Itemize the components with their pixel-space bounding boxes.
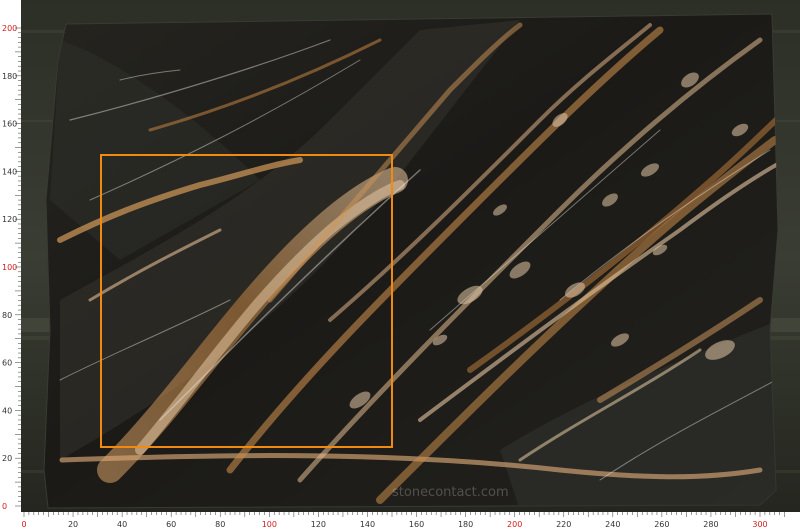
ruler-bottom-label: 60	[166, 520, 176, 529]
ruler-bottom-label: 20	[68, 520, 78, 529]
ruler-bottom: 0 20 40 60 80 100 120 140 160 180 200 220 240 260 280 3…	[0, 512, 800, 529]
ruler-bottom-label: 140	[360, 520, 375, 529]
ruler-left-label: 80	[2, 311, 12, 320]
ruler-bottom-label: 280	[703, 520, 718, 529]
slab-photo: stonecontact.com 0 20 40 60 80 100 120 140 160 18…	[0, 0, 800, 529]
ruler-bottom-label: 160	[409, 520, 424, 529]
ruler-left-label: 20	[2, 454, 12, 463]
ruler-bottom-label: 220	[556, 520, 571, 529]
ruler-left-label: 160	[2, 120, 17, 129]
watermark-text: stonecontact.com	[392, 485, 509, 500]
marble-slab	[43, 13, 779, 509]
ruler-bottom-label: 80	[215, 520, 225, 529]
ruler-left-label: 180	[2, 72, 17, 81]
ruler-left-label: 0	[2, 502, 7, 511]
ruler-left-label: 140	[2, 167, 17, 176]
ruler-bottom-label: 200	[507, 520, 522, 529]
ruler-left-label: 120	[2, 215, 17, 224]
ruler-bottom-label: 300	[752, 520, 767, 529]
ruler-left-label: 100	[2, 263, 17, 272]
ruler-bottom-label: 40	[117, 520, 127, 529]
ruler-bottom-label: 240	[605, 520, 620, 529]
ruler-left-label: 200	[2, 24, 17, 33]
ruler-left-label: 60	[2, 359, 12, 368]
ruler-left-label: 40	[2, 406, 12, 415]
ruler-bottom-label: 100	[262, 520, 277, 529]
ruler-bottom-label: 120	[311, 520, 326, 529]
ruler-left: 0 20 40 60 80 100 120 140 160 180 200	[0, 0, 21, 512]
ruler-bottom-label: 0	[21, 520, 26, 529]
ruler-bottom-label: 180	[458, 520, 473, 529]
ruler-bottom-label: 260	[654, 520, 669, 529]
